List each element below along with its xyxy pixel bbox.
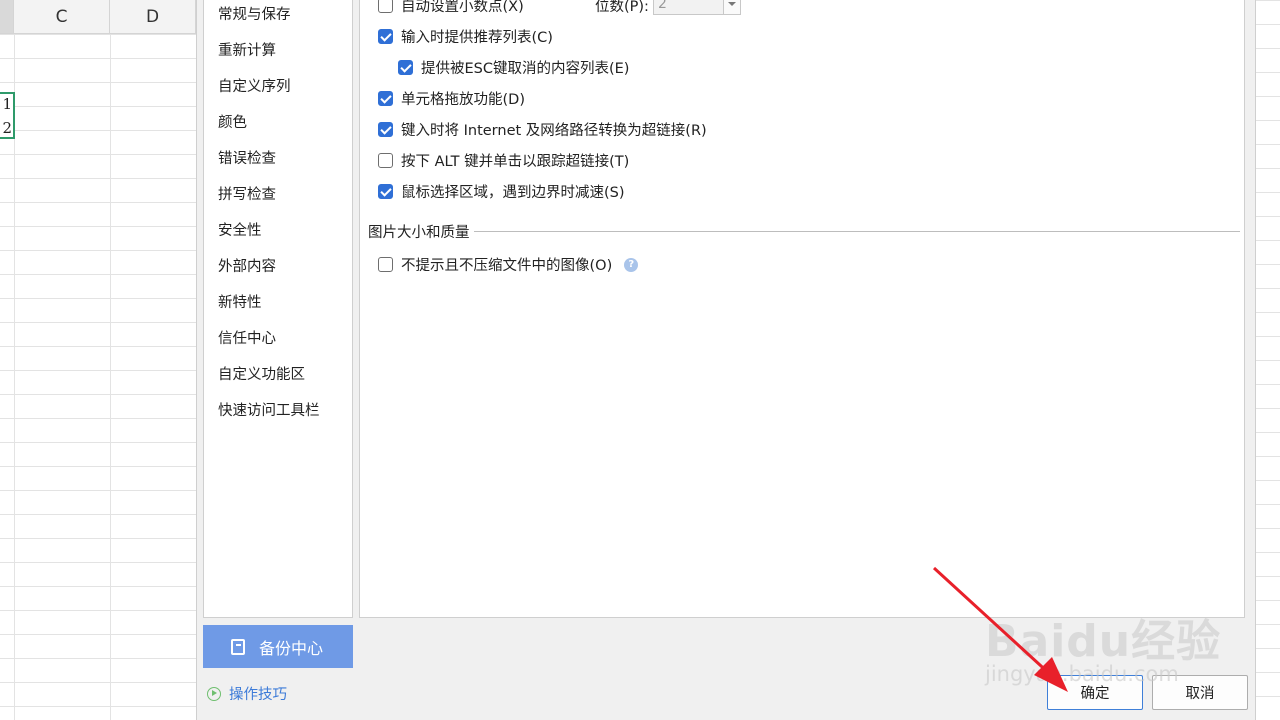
- backup-center-button[interactable]: 备份中心: [203, 625, 353, 668]
- esc-list-checkbox[interactable]: [398, 60, 413, 75]
- sidebar-item-general-save[interactable]: 常规与保存: [218, 3, 291, 24]
- option-autocomplete: 输入时提供推荐列表(C): [378, 26, 553, 47]
- sidebar-item-trust-center[interactable]: 信任中心: [218, 327, 276, 348]
- no-compress-checkbox[interactable]: [378, 257, 393, 272]
- watermark-text: Baidu经验: [985, 616, 1222, 667]
- auto-decimal-label: 自动设置小数点(X): [401, 0, 524, 15]
- drag-drop-checkbox[interactable]: [378, 91, 393, 106]
- sidebar-item-error-checking[interactable]: 错误检查: [218, 147, 276, 168]
- alt-click-checkbox[interactable]: [378, 153, 393, 168]
- sidebar-item-color[interactable]: 颜色: [218, 111, 247, 132]
- section-divider: [368, 231, 1240, 232]
- hyperlink-label: 键入时将 Internet 及网络路径转换为超链接(R): [401, 123, 707, 139]
- autocomplete-checkbox[interactable]: [378, 29, 393, 44]
- tips-link[interactable]: 操作技巧: [207, 683, 287, 704]
- play-circle-icon: [207, 686, 221, 701]
- alt-click-label: 按下 ALT 键并单击以跟踪超链接(T): [401, 154, 630, 170]
- digits-stepper[interactable]: 2: [653, 0, 741, 15]
- sheet-gridlines-right: [1256, 0, 1280, 720]
- sidebar-item-spell-check[interactable]: 拼写检查: [218, 183, 276, 204]
- no-compress-label: 不提示且不压缩文件中的图像(O): [401, 258, 613, 274]
- help-icon[interactable]: ?: [624, 257, 639, 272]
- row-header-corner: [0, 0, 14, 34]
- column-header-c[interactable]: C: [14, 0, 110, 34]
- option-hyperlink: 键入时将 Internet 及网络路径转换为超链接(R): [378, 119, 707, 140]
- grid-vline: [110, 34, 111, 720]
- digits-label: 位数(P):: [595, 0, 649, 15]
- digits-value: 2: [658, 0, 667, 12]
- hyperlink-checkbox[interactable]: [378, 122, 393, 137]
- sidebar-item-security[interactable]: 安全性: [218, 219, 262, 240]
- auto-decimal-checkbox[interactable]: [378, 0, 393, 13]
- sidebar-item-custom-lists[interactable]: 自定义序列: [218, 75, 291, 96]
- sidebar-item-quick-access-toolbar[interactable]: 快速访问工具栏: [218, 399, 320, 420]
- esc-list-label: 提供被ESC键取消的内容列表(E): [421, 61, 630, 77]
- watermark-url: jingyan.baidu.com: [985, 662, 1179, 686]
- options-content-panel: 自动设置小数点(X) 位数(P): 2 输入时提供推荐列表(C) 提供被ESC键…: [359, 0, 1245, 618]
- slow-edge-checkbox[interactable]: [378, 184, 393, 199]
- column-header-d[interactable]: D: [110, 0, 196, 34]
- backup-icon: [231, 638, 245, 655]
- slow-edge-label: 鼠标选择区域，遇到边界时减速(S): [401, 185, 625, 201]
- sidebar-item-new-features[interactable]: 新特性: [218, 291, 262, 312]
- option-alt-click: 按下 ALT 键并单击以跟踪超链接(T): [378, 150, 629, 171]
- option-esc-list: 提供被ESC键取消的内容列表(E): [398, 57, 629, 78]
- sidebar-item-external-content[interactable]: 外部内容: [218, 255, 276, 276]
- options-sidebar: 常规与保存 重新计算 自定义序列 颜色 错误检查 拼写检查 安全性 外部内容 新…: [203, 0, 353, 618]
- autocomplete-label: 输入时提供推荐列表(C): [401, 30, 553, 46]
- image-section-title: 图片大小和质量: [368, 221, 474, 242]
- option-drag-drop: 单元格拖放功能(D): [378, 88, 525, 109]
- option-auto-decimal: 自动设置小数点(X): [378, 0, 524, 16]
- stepper-down-icon[interactable]: [723, 0, 740, 14]
- sidebar-item-recalculate[interactable]: 重新计算: [218, 39, 276, 60]
- backup-center-label: 备份中心: [259, 638, 324, 658]
- sidebar-item-customize-ribbon[interactable]: 自定义功能区: [218, 363, 305, 384]
- cell-selection: [0, 92, 15, 139]
- sheet-gridlines: [0, 34, 196, 720]
- option-slow-edge: 鼠标选择区域，遇到边界时减速(S): [378, 181, 625, 202]
- drag-drop-label: 单元格拖放功能(D): [401, 92, 525, 108]
- option-no-compress: 不提示且不压缩文件中的图像(O) ?: [378, 254, 639, 275]
- tips-label: 操作技巧: [229, 687, 287, 703]
